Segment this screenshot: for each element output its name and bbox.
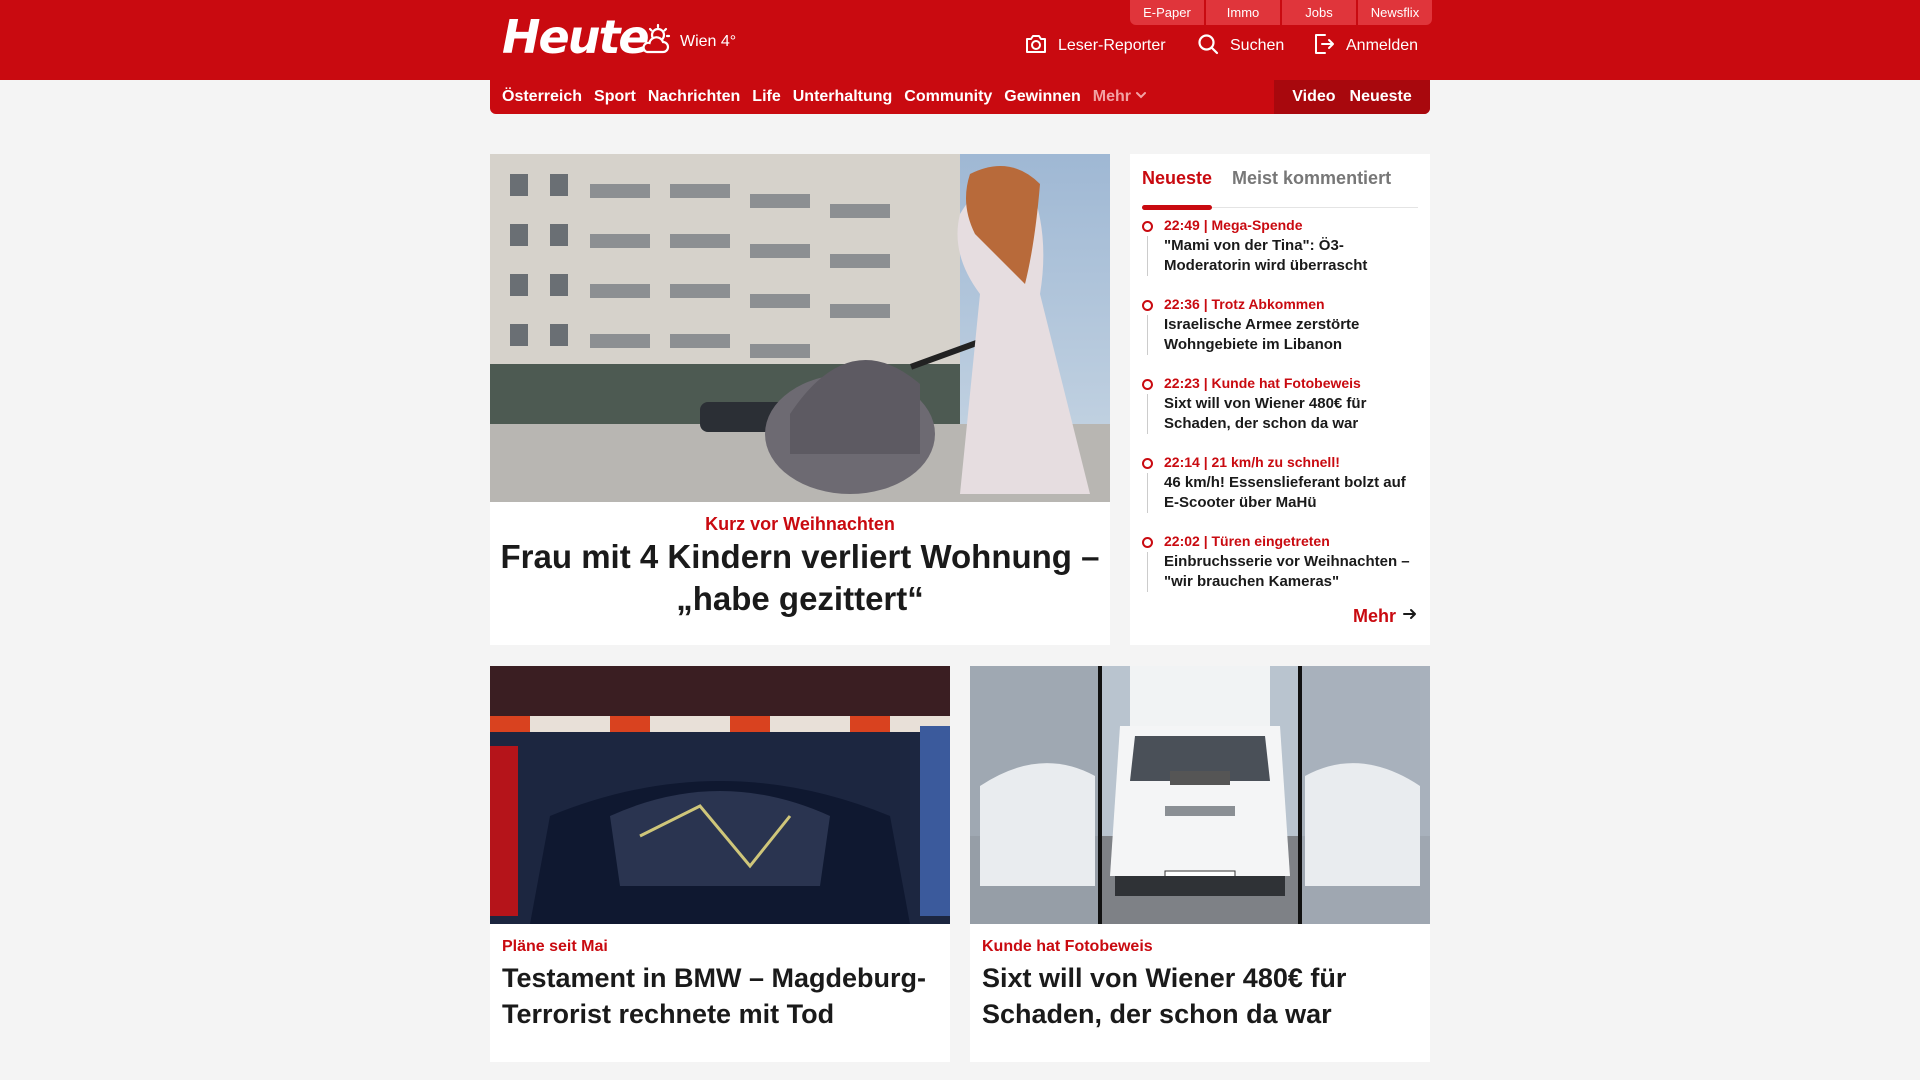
article-image[interactable] (490, 666, 950, 924)
hero-title[interactable]: Frau mit 4 Kindern verliert Wohnung – „h… (490, 536, 1110, 620)
nav-right-group: Video Neueste (1274, 80, 1430, 114)
nav-item-unterhaltung[interactable]: Unterhaltung (793, 88, 893, 106)
nav-more-label: Mehr (1092, 88, 1131, 105)
top-tab-epaper[interactable]: E-Paper (1130, 0, 1204, 25)
search-icon (1196, 32, 1220, 61)
news-time: 22:23 | Kunde hat Fotobeweis (1164, 375, 1361, 391)
nav-item-life[interactable]: Life (752, 88, 780, 106)
news-time: 22:14 | 21 km/h zu schnell! (1164, 454, 1340, 470)
article-title[interactable]: Testament in BMW – Magdeburg-Terrorist r… (502, 960, 938, 1032)
arrow-right-icon (1402, 606, 1418, 627)
top-tab-immo[interactable]: Immo (1206, 0, 1280, 25)
timeline-dot-icon (1142, 300, 1153, 311)
news-title[interactable]: Einbruchsserie vor Weihnachten – "wir br… (1164, 552, 1416, 592)
hero-article[interactable]: Kurz vor Weihnachten Frau mit 4 Kindern … (490, 154, 1110, 645)
nav-item-video[interactable]: Video (1292, 88, 1335, 106)
news-title[interactable]: Sixt will von Wiener 480€ für Schaden, d… (1164, 394, 1416, 434)
timeline-line (1147, 394, 1148, 434)
search-label: Suchen (1230, 37, 1285, 54)
nav-more-dropdown[interactable]: Mehr (1093, 88, 1147, 106)
camera-icon (1024, 32, 1048, 61)
news-title[interactable]: 46 km/h! Essenslieferant bolzt auf E-Sco… (1164, 473, 1416, 513)
article-title[interactable]: Sixt will von Wiener 480€ für Schaden, d… (982, 960, 1418, 1032)
hero-kicker: Kurz vor Weihnachten (705, 514, 895, 534)
heute-logo[interactable]: Heute (502, 12, 650, 62)
news-time: 22:02 | Türen eingetreten (1164, 533, 1330, 549)
leser-reporter-button[interactable]: Leser-Reporter (1024, 32, 1166, 60)
login-button[interactable]: Anmelden (1312, 32, 1418, 60)
weather-label: Wien 4° (680, 33, 737, 50)
chevron-down-icon (1135, 88, 1147, 106)
hero-image[interactable] (490, 154, 1110, 502)
news-title[interactable]: "Mami von der Tina": Ö3-Moderatorin wird… (1164, 236, 1416, 276)
timeline-dot-icon (1142, 537, 1153, 548)
timeline-line (1147, 552, 1148, 592)
news-time: 22:49 | Mega-Spende (1164, 217, 1303, 233)
nav-item-neueste[interactable]: Neueste (1350, 88, 1412, 106)
login-label: Anmelden (1346, 37, 1419, 54)
nav-item-oesterreich[interactable]: Österreich (502, 88, 582, 106)
timeline-line (1147, 315, 1148, 355)
timeline-line (1147, 473, 1148, 513)
nav-item-gewinnen[interactable]: Gewinnen (1004, 88, 1080, 106)
top-tabs: E-Paper Immo Jobs Newsflix (1130, 0, 1432, 25)
sidebar-more-link[interactable]: Mehr (1353, 606, 1418, 627)
timeline-dot-icon (1142, 221, 1153, 232)
tab-meist-kommentiert[interactable]: Meist kommentiert (1232, 164, 1391, 207)
weather-widget[interactable]: Wien 4° (638, 23, 737, 62)
sidebar-tabs: Neueste Meist kommentiert (1142, 164, 1418, 210)
news-title[interactable]: Israelische Armee zerstörte Wohngebiete … (1164, 315, 1416, 355)
nav-item-community[interactable]: Community (904, 88, 992, 106)
search-button[interactable]: Suchen (1196, 32, 1284, 60)
tab-neueste[interactable]: Neueste (1142, 164, 1213, 210)
top-tab-newsflix[interactable]: Newsflix (1358, 0, 1432, 25)
timeline-dot-icon (1142, 458, 1153, 469)
site-header: Heute Wien 4° E-Paper Immo Jobs Newsflix… (0, 0, 1920, 80)
article-image[interactable] (970, 666, 1430, 924)
article-kicker: Pläne seit Mai (502, 938, 608, 955)
timeline-dot-icon (1142, 379, 1153, 390)
main-nav: Österreich Sport Nachrichten Life Unterh… (490, 80, 1430, 114)
leser-reporter-label: Leser-Reporter (1058, 37, 1166, 54)
cloud-sun-icon (638, 23, 672, 62)
timeline-line (1147, 236, 1148, 276)
article-card[interactable]: Pläne seit Mai Testament in BMW – Magdeb… (490, 666, 950, 1062)
news-time: 22:36 | Trotz Abkommen (1164, 296, 1325, 312)
latest-news-sidebar: Neueste Meist kommentiert 22:49 | Mega-S… (1130, 154, 1430, 645)
nav-item-nachrichten[interactable]: Nachrichten (648, 88, 740, 106)
top-tab-jobs[interactable]: Jobs (1282, 0, 1356, 25)
login-icon (1312, 32, 1336, 61)
article-kicker: Kunde hat Fotobeweis (982, 938, 1153, 955)
article-card[interactable]: Kunde hat Fotobeweis Sixt will von Wiene… (970, 666, 1430, 1062)
sidebar-more-label: Mehr (1352, 606, 1396, 626)
nav-item-sport[interactable]: Sport (594, 88, 636, 106)
